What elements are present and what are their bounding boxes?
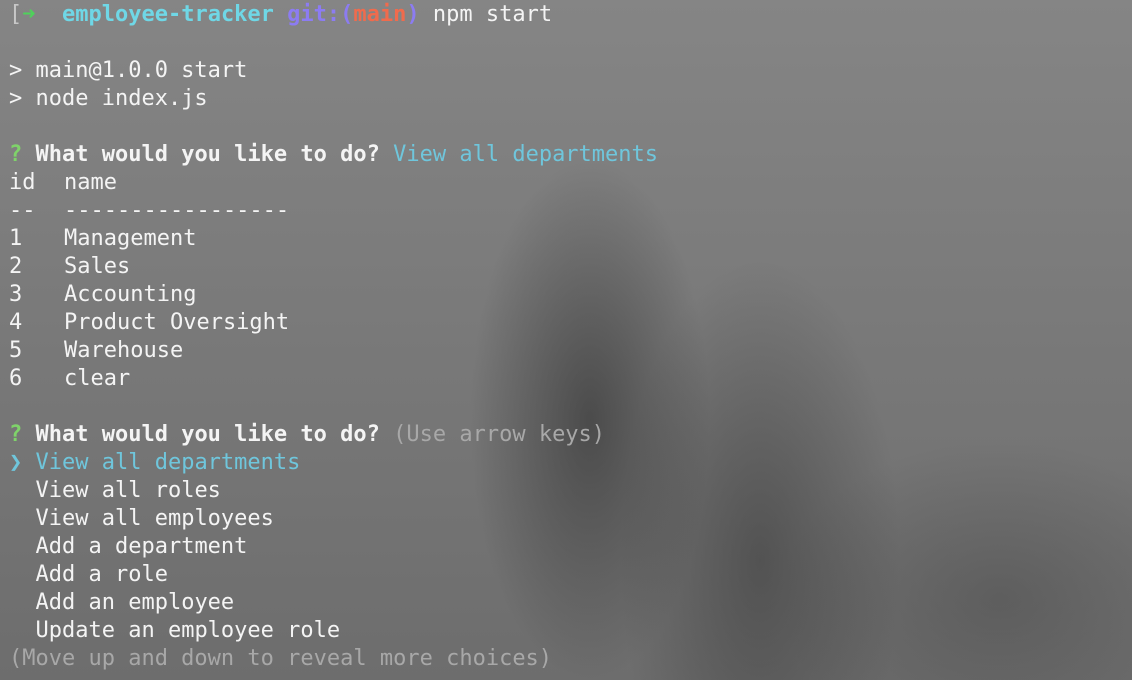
prompt-bracket: [ bbox=[9, 2, 23, 27]
terminal-window[interactable]: [➜ employee-tracker git:(main) npm start… bbox=[0, 0, 1132, 680]
choice-label: Add an employee bbox=[35, 590, 235, 615]
table-header-row: id name bbox=[9, 169, 1132, 197]
table-row: 1 Management bbox=[9, 225, 1132, 253]
npm-output-line: > main@1.0.0 start bbox=[9, 58, 248, 83]
table-header-name: name bbox=[64, 170, 117, 195]
table-row: 6 clear bbox=[9, 365, 1132, 393]
question-text: What would you like to do? bbox=[35, 422, 380, 447]
choice-label: Add a role bbox=[35, 562, 168, 587]
choice-label: Add a department bbox=[35, 534, 248, 559]
table-cell-id: 6 bbox=[9, 366, 23, 391]
choice-item[interactable]: Add an employee bbox=[9, 589, 1132, 617]
answered-question-line: ? What would you like to do? View all de… bbox=[9, 141, 1132, 169]
table-cell-name: Management bbox=[64, 226, 197, 251]
choice-item[interactable]: Add a department bbox=[9, 533, 1132, 561]
table-row: 4 Product Oversight bbox=[9, 309, 1132, 337]
choice-item-selected[interactable]: ❯ View all departments bbox=[9, 449, 1132, 477]
table-cell-name: Accounting bbox=[64, 282, 197, 307]
table-cell-id: 1 bbox=[9, 226, 23, 251]
table-separator-row: -- ----------------- bbox=[9, 197, 1132, 225]
choice-label: View all employees bbox=[35, 506, 274, 531]
table-cell-name: Sales bbox=[64, 254, 131, 279]
question-text: What would you like to do? bbox=[35, 142, 380, 167]
table-cell-id: 3 bbox=[9, 282, 23, 307]
table-separator-name: ----------------- bbox=[64, 198, 290, 223]
git-suffix: ) bbox=[406, 2, 420, 27]
question-answer: View all departments bbox=[393, 142, 659, 167]
choice-label: Update an employee role bbox=[35, 618, 341, 643]
table-cell-id: 5 bbox=[9, 338, 23, 363]
table-row: 3 Accounting bbox=[9, 281, 1132, 309]
table-cell-id: 4 bbox=[9, 310, 23, 335]
active-question-line: ? What would you like to do? (Use arrow … bbox=[9, 421, 1132, 449]
choice-label: View all roles bbox=[35, 478, 221, 503]
table-row: 2 Sales bbox=[9, 253, 1132, 281]
git-prefix: git:( bbox=[287, 2, 354, 27]
choice-item[interactable]: View all roles bbox=[9, 477, 1132, 505]
choice-item[interactable]: View all employees bbox=[9, 505, 1132, 533]
npm-output-line: > node index.js bbox=[9, 86, 208, 111]
footer-hint: (Move up and down to reveal more choices… bbox=[9, 646, 553, 671]
git-branch: main bbox=[353, 2, 407, 27]
table-cell-name: Product Oversight bbox=[64, 310, 290, 335]
pointer-icon: ❯ bbox=[9, 450, 23, 475]
typed-command: npm start bbox=[432, 2, 553, 27]
question-mark-icon: ? bbox=[9, 142, 23, 167]
table-header-id: id bbox=[9, 170, 36, 195]
choice-item[interactable]: Update an employee role bbox=[9, 617, 1132, 645]
table-separator-id: -- bbox=[9, 198, 36, 223]
table-row: 5 Warehouse bbox=[9, 337, 1132, 365]
table-cell-id: 2 bbox=[9, 254, 23, 279]
choice-label: View all departments bbox=[35, 450, 301, 475]
table-cell-name: clear bbox=[64, 366, 131, 391]
table-cell-name: Warehouse bbox=[64, 338, 184, 363]
question-hint: (Use arrow keys) bbox=[393, 422, 606, 447]
prompt-directory: employee-tracker bbox=[62, 2, 274, 27]
shell-prompt-line: [➜ employee-tracker git:(main) npm start bbox=[9, 1, 1132, 29]
question-mark-icon: ? bbox=[9, 422, 23, 447]
choice-item[interactable]: Add a role bbox=[9, 561, 1132, 589]
arrow-icon: ➜ bbox=[22, 2, 36, 27]
